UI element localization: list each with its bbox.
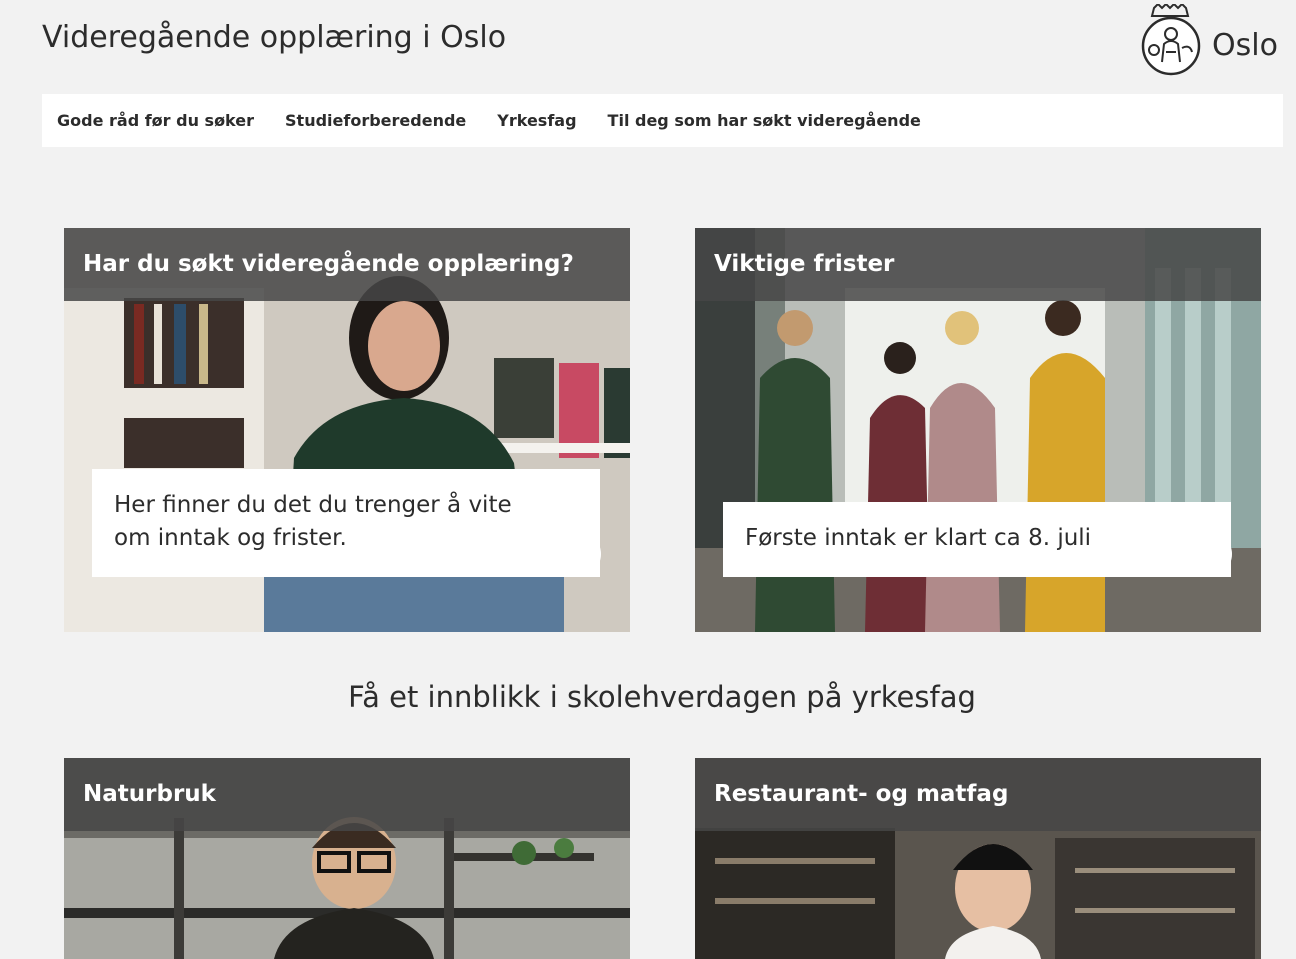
oslo-city-seal-icon bbox=[1141, 4, 1201, 76]
section-heading: Få et innblikk i skolehverdagen på yrkes… bbox=[348, 680, 976, 714]
card-har-du-sokt[interactable]: Har du søkt videregående opplæring? Her … bbox=[64, 228, 630, 632]
card-caption: Her finner du det du trenger å vite om i… bbox=[92, 469, 600, 577]
card-naturbruk[interactable]: Naturbruk bbox=[64, 758, 630, 959]
main-nav: Gode råd før du søker Studieforberedende… bbox=[42, 94, 1283, 147]
card-title: Viktige frister bbox=[695, 228, 1261, 301]
oslo-logo[interactable]: Oslo bbox=[1140, 4, 1278, 76]
nav-item-sokt-videregaende[interactable]: Til deg som har søkt videregående bbox=[608, 111, 921, 130]
site-title[interactable]: Videregående opplæring i Oslo bbox=[42, 20, 506, 55]
arrow-circle-icon[interactable] bbox=[555, 531, 601, 577]
card-viktige-frister[interactable]: Viktige frister Første inntak er klart c… bbox=[695, 228, 1261, 632]
card-title: Har du søkt videregående opplæring? bbox=[64, 228, 630, 301]
card-title: Naturbruk bbox=[64, 758, 630, 831]
nav-item-yrkesfag[interactable]: Yrkesfag bbox=[497, 111, 576, 130]
nav-item-gode-rad[interactable]: Gode råd før du søker bbox=[57, 111, 254, 130]
card-title: Restaurant- og matfag bbox=[695, 758, 1261, 831]
logo-text: Oslo bbox=[1212, 27, 1278, 63]
arrow-circle-icon[interactable] bbox=[1186, 531, 1232, 577]
nav-item-studieforberedende[interactable]: Studieforberedende bbox=[285, 111, 466, 130]
card-restaurant-og-matfag[interactable]: Restaurant- og matfag bbox=[695, 758, 1261, 959]
card-caption: Første inntak er klart ca 8. juli bbox=[723, 502, 1231, 577]
